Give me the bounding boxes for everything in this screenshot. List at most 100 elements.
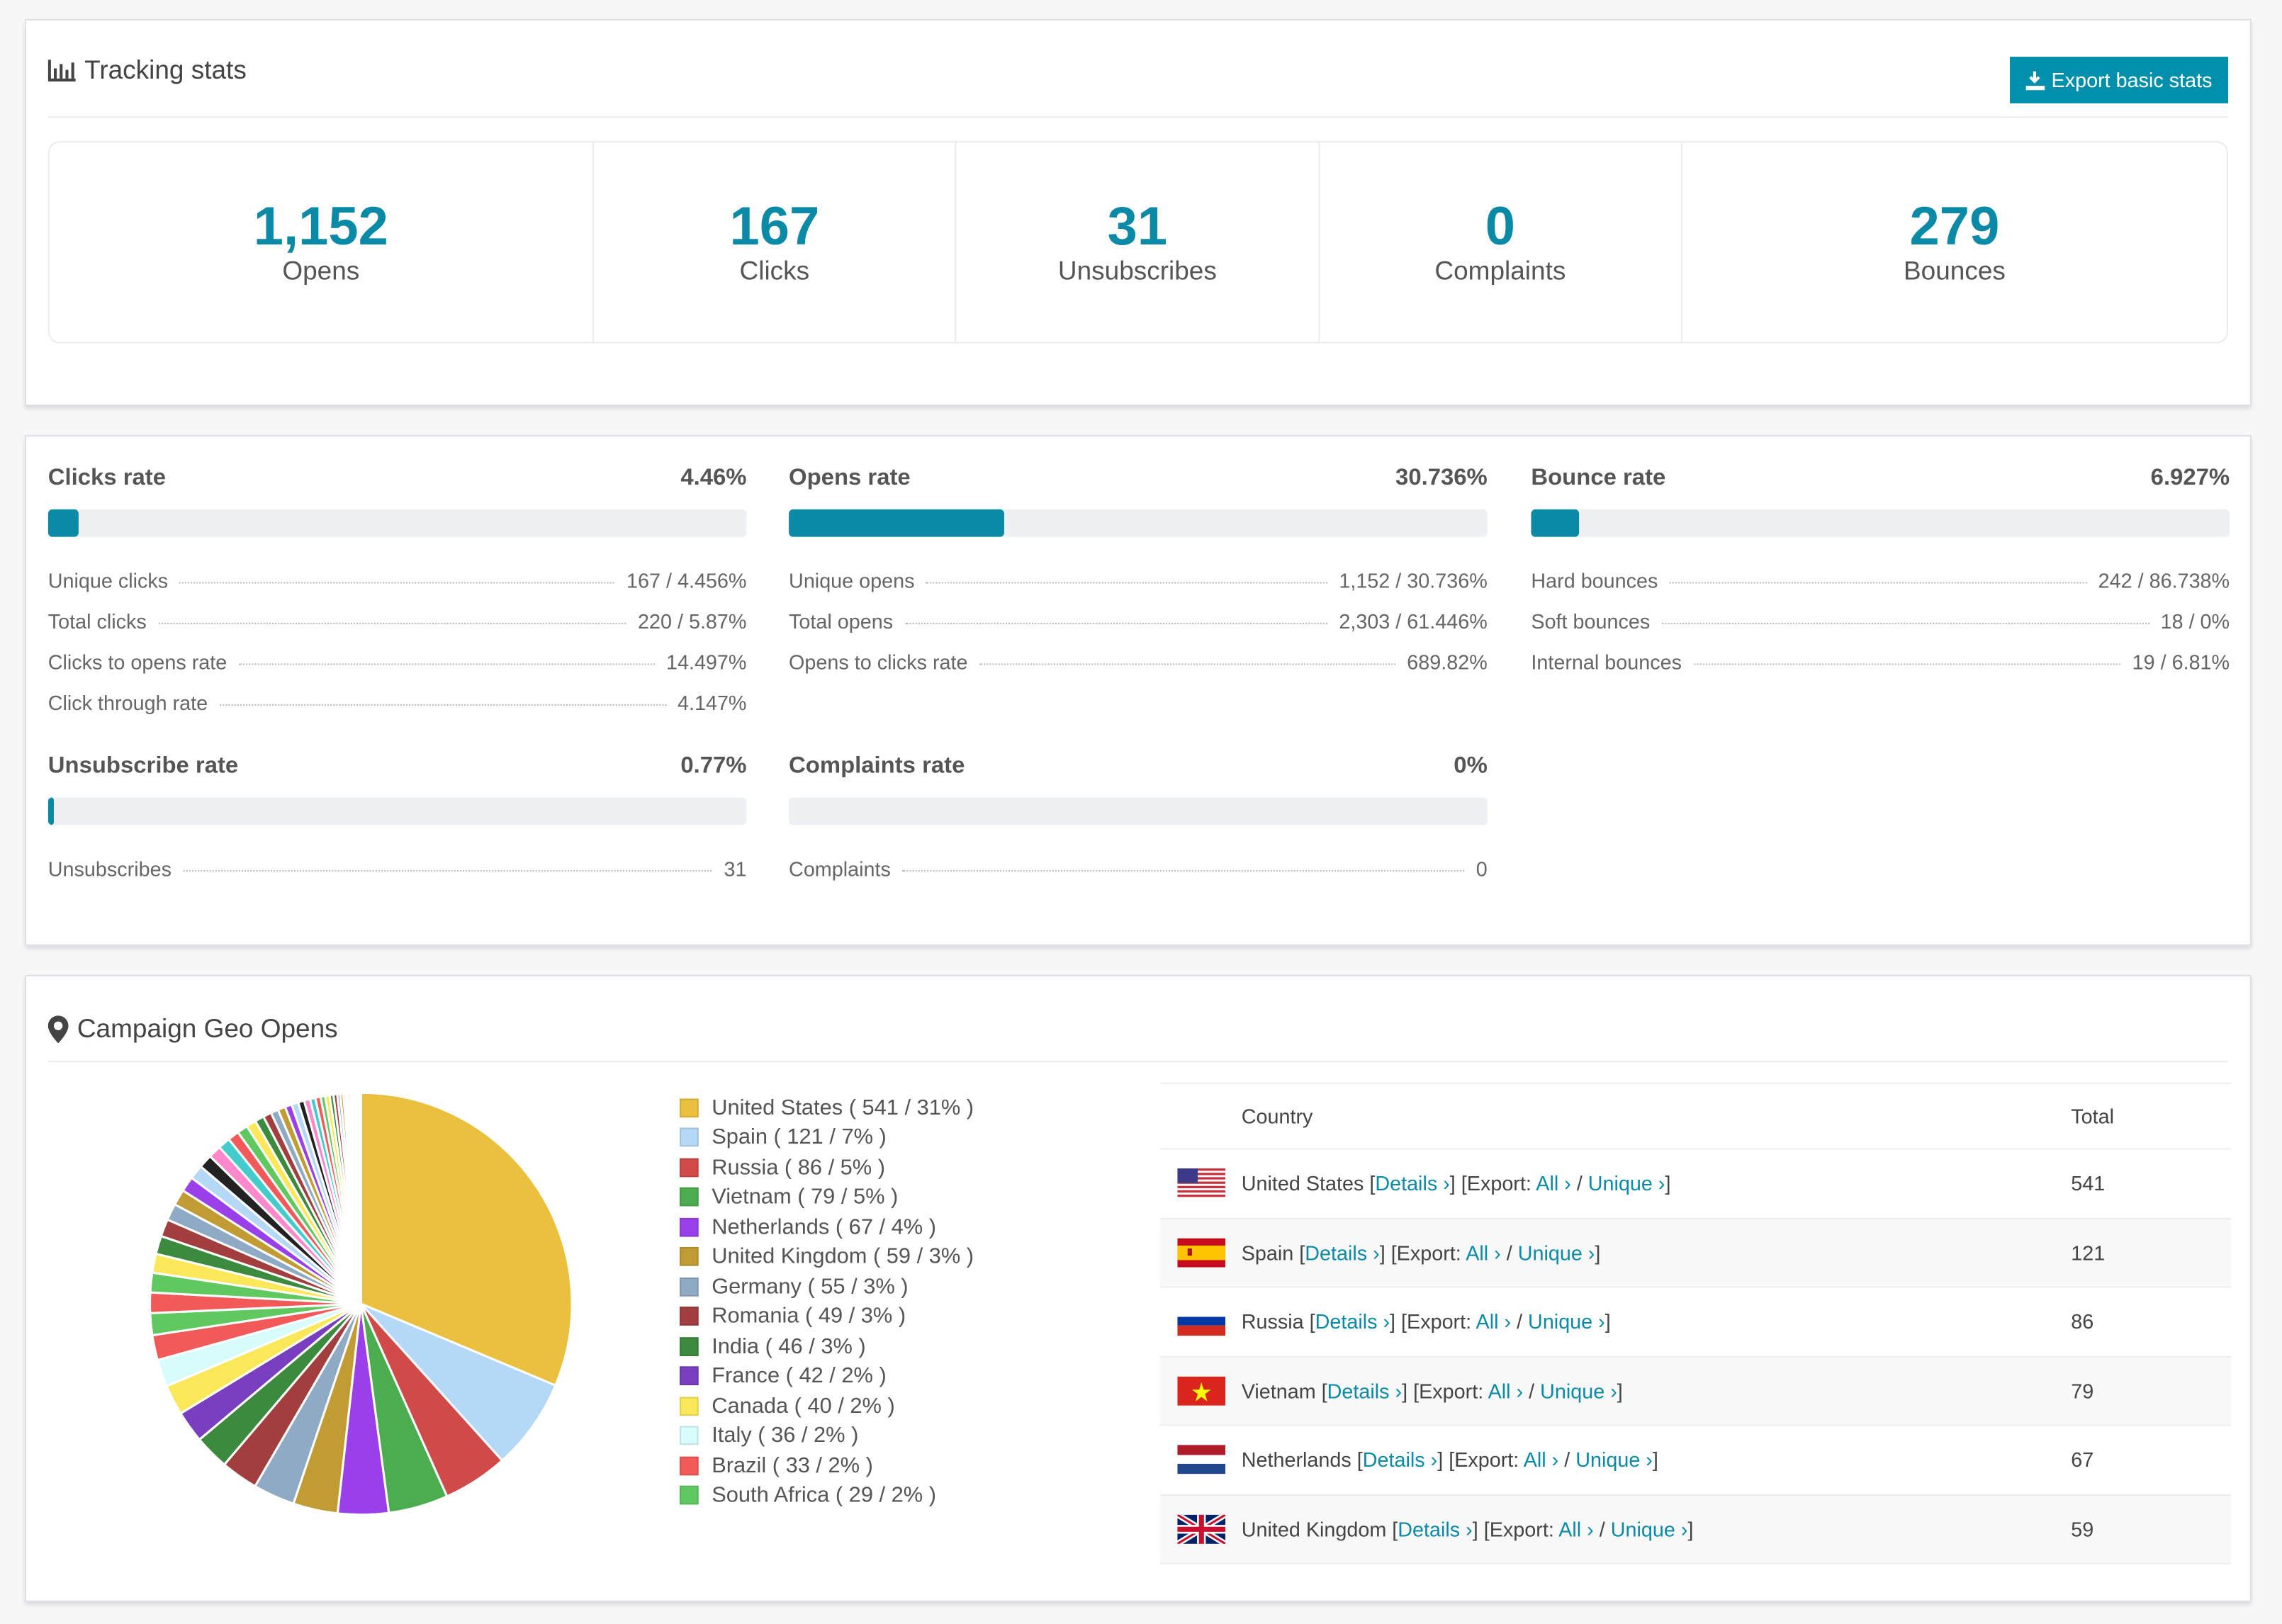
country-cell: Spain [Details ›] [Export: All › / Uniqu…: [1241, 1241, 1601, 1265]
legend-item[interactable]: United States ( 541 / 31% ): [680, 1093, 974, 1122]
all-link[interactable]: All ›: [1466, 1241, 1501, 1264]
rate-value: 0.77%: [680, 753, 747, 779]
rate-detail-row: Opens to clicks rate 689.82%: [789, 633, 1488, 674]
legend-item[interactable]: Canada ( 40 / 2% ): [680, 1391, 974, 1421]
export-basic-stats-button[interactable]: Export basic stats: [2008, 57, 2229, 103]
flag-cell: [1160, 1238, 1242, 1268]
unique-link[interactable]: Unique ›: [1518, 1241, 1595, 1264]
dotted-leader: [183, 870, 713, 872]
details-link[interactable]: Details ›: [1363, 1448, 1437, 1472]
legend-item[interactable]: India ( 46 / 3% ): [680, 1331, 974, 1361]
rate-details: Hard bounces 242 / 86.738% Soft bounces 18 …: [1531, 551, 2230, 674]
rate-block-bounce-rate: Bounce rate 6.927% Hard bounces 242 / 86.73…: [1531, 466, 2230, 674]
legend-item[interactable]: Spain ( 121 / 7% ): [680, 1122, 974, 1152]
legend-item[interactable]: Brazil ( 33 / 2% ): [680, 1450, 974, 1480]
rate-details: Unique clicks 167 / 4.456% Total clicks 220…: [48, 551, 747, 714]
all-link[interactable]: All ›: [1524, 1448, 1559, 1472]
dotted-leader: [979, 663, 1395, 665]
dotted-leader: [1693, 663, 2121, 665]
rate-details: Unique opens 1,152 / 30.736% Total opens 2,…: [789, 551, 1488, 674]
all-link[interactable]: All ›: [1488, 1379, 1524, 1402]
legend-item[interactable]: Vietnam ( 79 / 5% ): [680, 1183, 974, 1212]
flag-cell: [1160, 1445, 1242, 1474]
detail-value: 4.147%: [677, 691, 747, 715]
all-link[interactable]: All ›: [1536, 1172, 1571, 1195]
export-label: Export:: [1419, 1379, 1484, 1403]
rate-detail-row: Hard bounces 242 / 86.738%: [1531, 551, 2230, 592]
flag-cell: [1160, 1168, 1242, 1198]
legend-swatch: [680, 1247, 699, 1267]
rate-progress-fill: [1531, 509, 1580, 537]
details-link[interactable]: Details ›: [1375, 1172, 1449, 1195]
rate-title: Complaints rate: [789, 753, 965, 779]
table-row: Netherlands [Details ›] [Export: All › /…: [1159, 1424, 2232, 1494]
legend-item[interactable]: Germany ( 55 / 3% ): [680, 1272, 974, 1302]
rates-panel: Clicks rate 4.46% Unique clicks 167 / 4.456…: [24, 435, 2252, 946]
legend-item[interactable]: Russia ( 86 / 5% ): [680, 1152, 974, 1182]
legend-label: Brazil ( 33 / 2% ): [712, 1453, 873, 1478]
rate-header: Unsubscribe rate 0.77%: [48, 754, 747, 780]
legend-swatch: [680, 1098, 699, 1117]
detail-label: Unique clicks: [47, 568, 169, 592]
details-link[interactable]: Details ›: [1315, 1310, 1390, 1333]
detail-value: 242 / 86.738%: [2098, 568, 2230, 592]
unique-link[interactable]: Unique ›: [1588, 1172, 1665, 1195]
details-link[interactable]: Details ›: [1398, 1517, 1472, 1540]
rate-progress-bar: [47, 797, 747, 825]
dotted-leader: [904, 622, 1327, 624]
rate-progress-fill: [47, 509, 79, 537]
stats-summary: 1,152 Opens 167 Clicks 31 Unsubscribes 0 Compla…: [47, 141, 2229, 344]
stat-label: Clicks: [739, 256, 810, 286]
legend-item[interactable]: Netherlands ( 67 / 4% ): [680, 1212, 974, 1242]
rate-title: Unsubscribe rate: [47, 753, 239, 779]
table-header: Country Total: [1160, 1084, 2231, 1148]
rate-header: Opens rate 30.736%: [789, 466, 1488, 492]
unique-link[interactable]: Unique ›: [1528, 1310, 1605, 1333]
total-cell: 59: [2071, 1517, 2094, 1541]
unique-link[interactable]: Unique ›: [1540, 1379, 1617, 1402]
dotted-leader: [926, 582, 1327, 584]
detail-label: Unique opens: [789, 568, 915, 592]
country-cell: United Kingdom [Details ›] [Export: All …: [1241, 1517, 1694, 1541]
total-cell: 79: [2071, 1379, 2094, 1403]
country-cell: Russia [Details ›] [Export: All › / Uniq…: [1241, 1309, 1611, 1333]
total-cell: 541: [2071, 1171, 2106, 1195]
bar-chart-icon: [47, 60, 76, 82]
detail-label: Clicks to opens rate: [47, 650, 227, 674]
tracking-stats-title: Tracking stats: [47, 55, 247, 86]
total-cell: 86: [2071, 1309, 2094, 1333]
all-link[interactable]: All ›: [1476, 1310, 1512, 1333]
flag-nl-icon: [1176, 1445, 1225, 1474]
legend-item[interactable]: Italy ( 36 / 2% ): [680, 1421, 974, 1450]
legend-item[interactable]: South Africa ( 29 / 2% ): [680, 1481, 974, 1511]
dotted-leader: [219, 704, 666, 706]
detail-label: Internal bounces: [1531, 650, 1682, 674]
legend-item[interactable]: United Kingdom ( 59 / 3% ): [680, 1242, 974, 1272]
detail-label: Total opens: [789, 609, 894, 633]
details-link[interactable]: Details ›: [1305, 1241, 1379, 1264]
rate-detail-row: Internal bounces 19 / 6.81%: [1531, 633, 2230, 674]
detail-label: Click through rate: [47, 691, 208, 715]
unique-link[interactable]: Unique ›: [1575, 1448, 1653, 1472]
rate-detail-row: Soft bounces 18 / 0%: [1531, 592, 2230, 633]
legend-item[interactable]: Romania ( 49 / 3% ): [680, 1302, 974, 1331]
total-cell: 67: [2071, 1448, 2094, 1472]
legend-label: Canada ( 40 / 2% ): [712, 1393, 895, 1419]
title-text: Tracking stats: [84, 55, 247, 85]
legend-item[interactable]: France ( 42 / 2% ): [680, 1361, 974, 1391]
country-name: United States: [1241, 1171, 1364, 1195]
export-label: Export:: [1466, 1171, 1531, 1195]
unique-link[interactable]: Unique ›: [1611, 1517, 1688, 1540]
pie-slice-other[interactable]: [359, 1091, 362, 1304]
legend-label: United States ( 541 / 31% ): [712, 1095, 974, 1120]
rate-value: 4.46%: [680, 466, 747, 491]
all-link[interactable]: All ›: [1558, 1517, 1594, 1540]
table-row: Vietnam [Details ›] [Export: All › / Uni…: [1159, 1355, 2232, 1425]
stat-complaints: 0 Complaints: [1320, 142, 1682, 342]
rate-progress-bar: [1531, 509, 2230, 537]
table-row: [1159, 1562, 2232, 1572]
detail-value: 167 / 4.456%: [626, 568, 747, 592]
legend-label: Russia ( 86 / 5% ): [712, 1155, 886, 1180]
details-link[interactable]: Details ›: [1327, 1379, 1402, 1402]
rate-title: Bounce rate: [1531, 466, 1666, 491]
